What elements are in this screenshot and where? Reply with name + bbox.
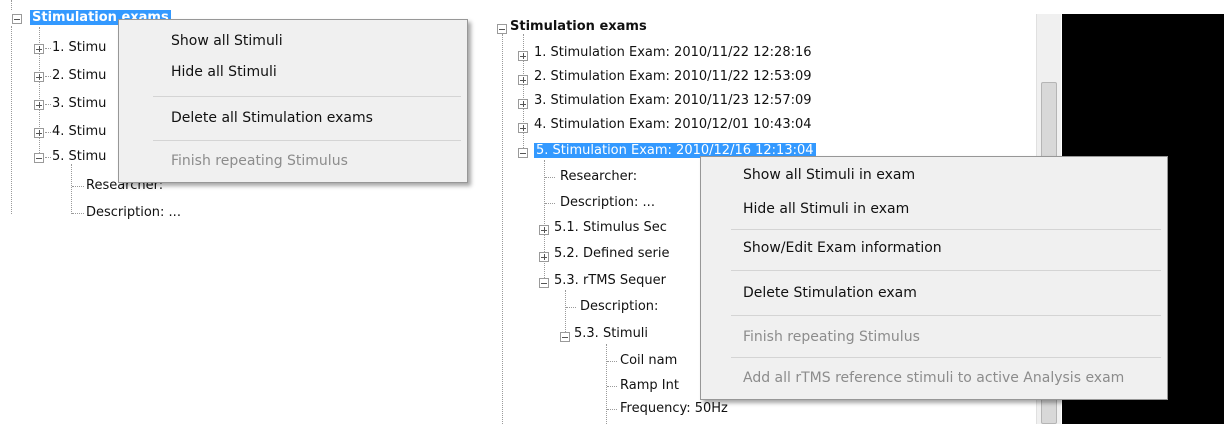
collapse-toggle-icon[interactable] xyxy=(518,148,528,158)
tree-branch-line xyxy=(607,361,617,362)
collapse-toggle-icon[interactable] xyxy=(12,14,22,24)
expand-toggle-icon[interactable] xyxy=(518,123,528,133)
collapse-toggle-icon[interactable] xyxy=(497,24,507,34)
expand-toggle-icon[interactable] xyxy=(518,75,528,85)
collapse-toggle-icon[interactable] xyxy=(34,153,44,163)
tree-item-exam-1[interactable]: 1. Stimu xyxy=(52,39,106,57)
menu-separator xyxy=(153,140,461,141)
menu-item-hide-all-stimuli-in-exam[interactable]: Hide all Stimuli in exam xyxy=(743,201,909,217)
menu-item-show-all-stimuli[interactable]: Show all Stimuli xyxy=(171,33,283,49)
expand-toggle-icon[interactable] xyxy=(34,100,44,110)
menu-item-delete-all-stimulation-exams[interactable]: Delete all Stimulation exams xyxy=(171,110,373,126)
tree-item-rtms-description[interactable]: Description: xyxy=(580,298,658,316)
tree-item-frequency[interactable]: Frequency: 50Hz xyxy=(620,400,728,418)
menu-separator xyxy=(153,96,461,97)
tree-guide-line xyxy=(11,26,12,214)
menu-item-show-all-stimuli-in-exam[interactable]: Show all Stimuli in exam xyxy=(743,167,915,183)
tree-branch-line xyxy=(45,48,51,49)
context-menu: Show all Stimuli in exam Hide all Stimul… xyxy=(700,156,1168,400)
collapse-toggle-icon[interactable] xyxy=(560,332,570,342)
expand-toggle-icon[interactable] xyxy=(34,128,44,138)
expand-toggle-icon[interactable] xyxy=(539,252,549,262)
tree-item-stimulus-sequence[interactable]: 5.1. Stimulus Sec xyxy=(554,219,667,237)
tree-branch-line xyxy=(566,307,576,308)
menu-item-delete-stimulation-exam[interactable]: Delete Stimulation exam xyxy=(743,285,917,301)
tree-item-exam-3[interactable]: 3. Stimu xyxy=(52,95,106,113)
tree-item-exam-3[interactable]: 3. Stimulation Exam: 2010/11/23 12:57:09 xyxy=(534,92,812,110)
tree-item-exam-4[interactable]: 4. Stimulation Exam: 2010/12/01 10:43:04 xyxy=(534,116,812,134)
menu-item-hide-all-stimuli[interactable]: Hide all Stimuli xyxy=(171,64,277,80)
tree-guide-line xyxy=(606,344,607,424)
tree-item-exam-2[interactable]: 2. Stimulation Exam: 2010/11/22 12:53:09 xyxy=(534,68,812,86)
tree-branch-line xyxy=(607,409,617,410)
tree-guide-line xyxy=(565,290,566,338)
tree-branch-line xyxy=(45,132,51,133)
tree-item-ramp-intensity[interactable]: Ramp Int xyxy=(620,377,679,395)
expand-toggle-icon[interactable] xyxy=(539,225,549,235)
context-menu: Show all Stimuli Hide all Stimuli Delete… xyxy=(118,19,468,183)
menu-separator xyxy=(731,357,1161,358)
tree-branch-line xyxy=(72,186,84,187)
menu-separator xyxy=(731,229,1161,230)
tree-item-exam-2[interactable]: 2. Stimu xyxy=(52,67,106,85)
expand-toggle-icon[interactable] xyxy=(34,44,44,54)
tree-guide-line xyxy=(502,34,503,424)
tree-item-coil-name[interactable]: Coil nam xyxy=(620,352,677,370)
expand-toggle-icon[interactable] xyxy=(34,72,44,82)
tree-branch-line xyxy=(72,213,84,214)
tree-item-exam-4[interactable]: 4. Stimu xyxy=(52,123,106,141)
tree-item-exam-5[interactable]: 5. Stimu xyxy=(52,148,106,166)
collapse-toggle-icon[interactable] xyxy=(539,278,549,288)
tree-item-description[interactable]: Description: ... xyxy=(560,194,655,212)
menu-separator xyxy=(731,315,1161,316)
menu-item-add-rtms-reference-stimuli[interactable]: Add all rTMS reference stimuli to active… xyxy=(743,370,1124,386)
expand-toggle-icon[interactable] xyxy=(518,99,528,109)
tree-item-description[interactable]: Description: ... xyxy=(86,204,181,222)
tree-branch-line xyxy=(607,386,617,387)
tree-item-researcher[interactable]: Researcher: xyxy=(560,168,637,186)
tree-branch-line xyxy=(45,157,51,158)
expand-toggle-icon[interactable] xyxy=(518,51,528,61)
tree-branch-line xyxy=(45,104,51,105)
menu-item-finish-repeating-stimulus[interactable]: Finish repeating Stimulus xyxy=(743,329,920,345)
tree-guide-line xyxy=(11,0,12,10)
tree-branch-line xyxy=(545,203,555,204)
tree-branch-line xyxy=(45,76,51,77)
tree-item-defined-series[interactable]: 5.2. Defined serie xyxy=(554,245,669,263)
tree-item-rtms-sequence[interactable]: 5.3. rTMS Sequer xyxy=(554,272,666,290)
tree-root-stimulation-exams[interactable]: Stimulation exams xyxy=(510,18,647,36)
tree-item-exam-1[interactable]: 1. Stimulation Exam: 2010/11/22 12:28:16 xyxy=(534,44,812,62)
tree-guide-line xyxy=(544,160,545,282)
tree-guide-line xyxy=(71,164,72,214)
tree-item-stimuli[interactable]: 5.3. Stimuli xyxy=(574,325,648,343)
menu-item-finish-repeating-stimulus[interactable]: Finish repeating Stimulus xyxy=(171,153,348,169)
menu-separator xyxy=(731,270,1161,271)
tree-branch-line xyxy=(545,177,555,178)
menu-item-show-edit-exam-information[interactable]: Show/Edit Exam information xyxy=(743,240,942,256)
